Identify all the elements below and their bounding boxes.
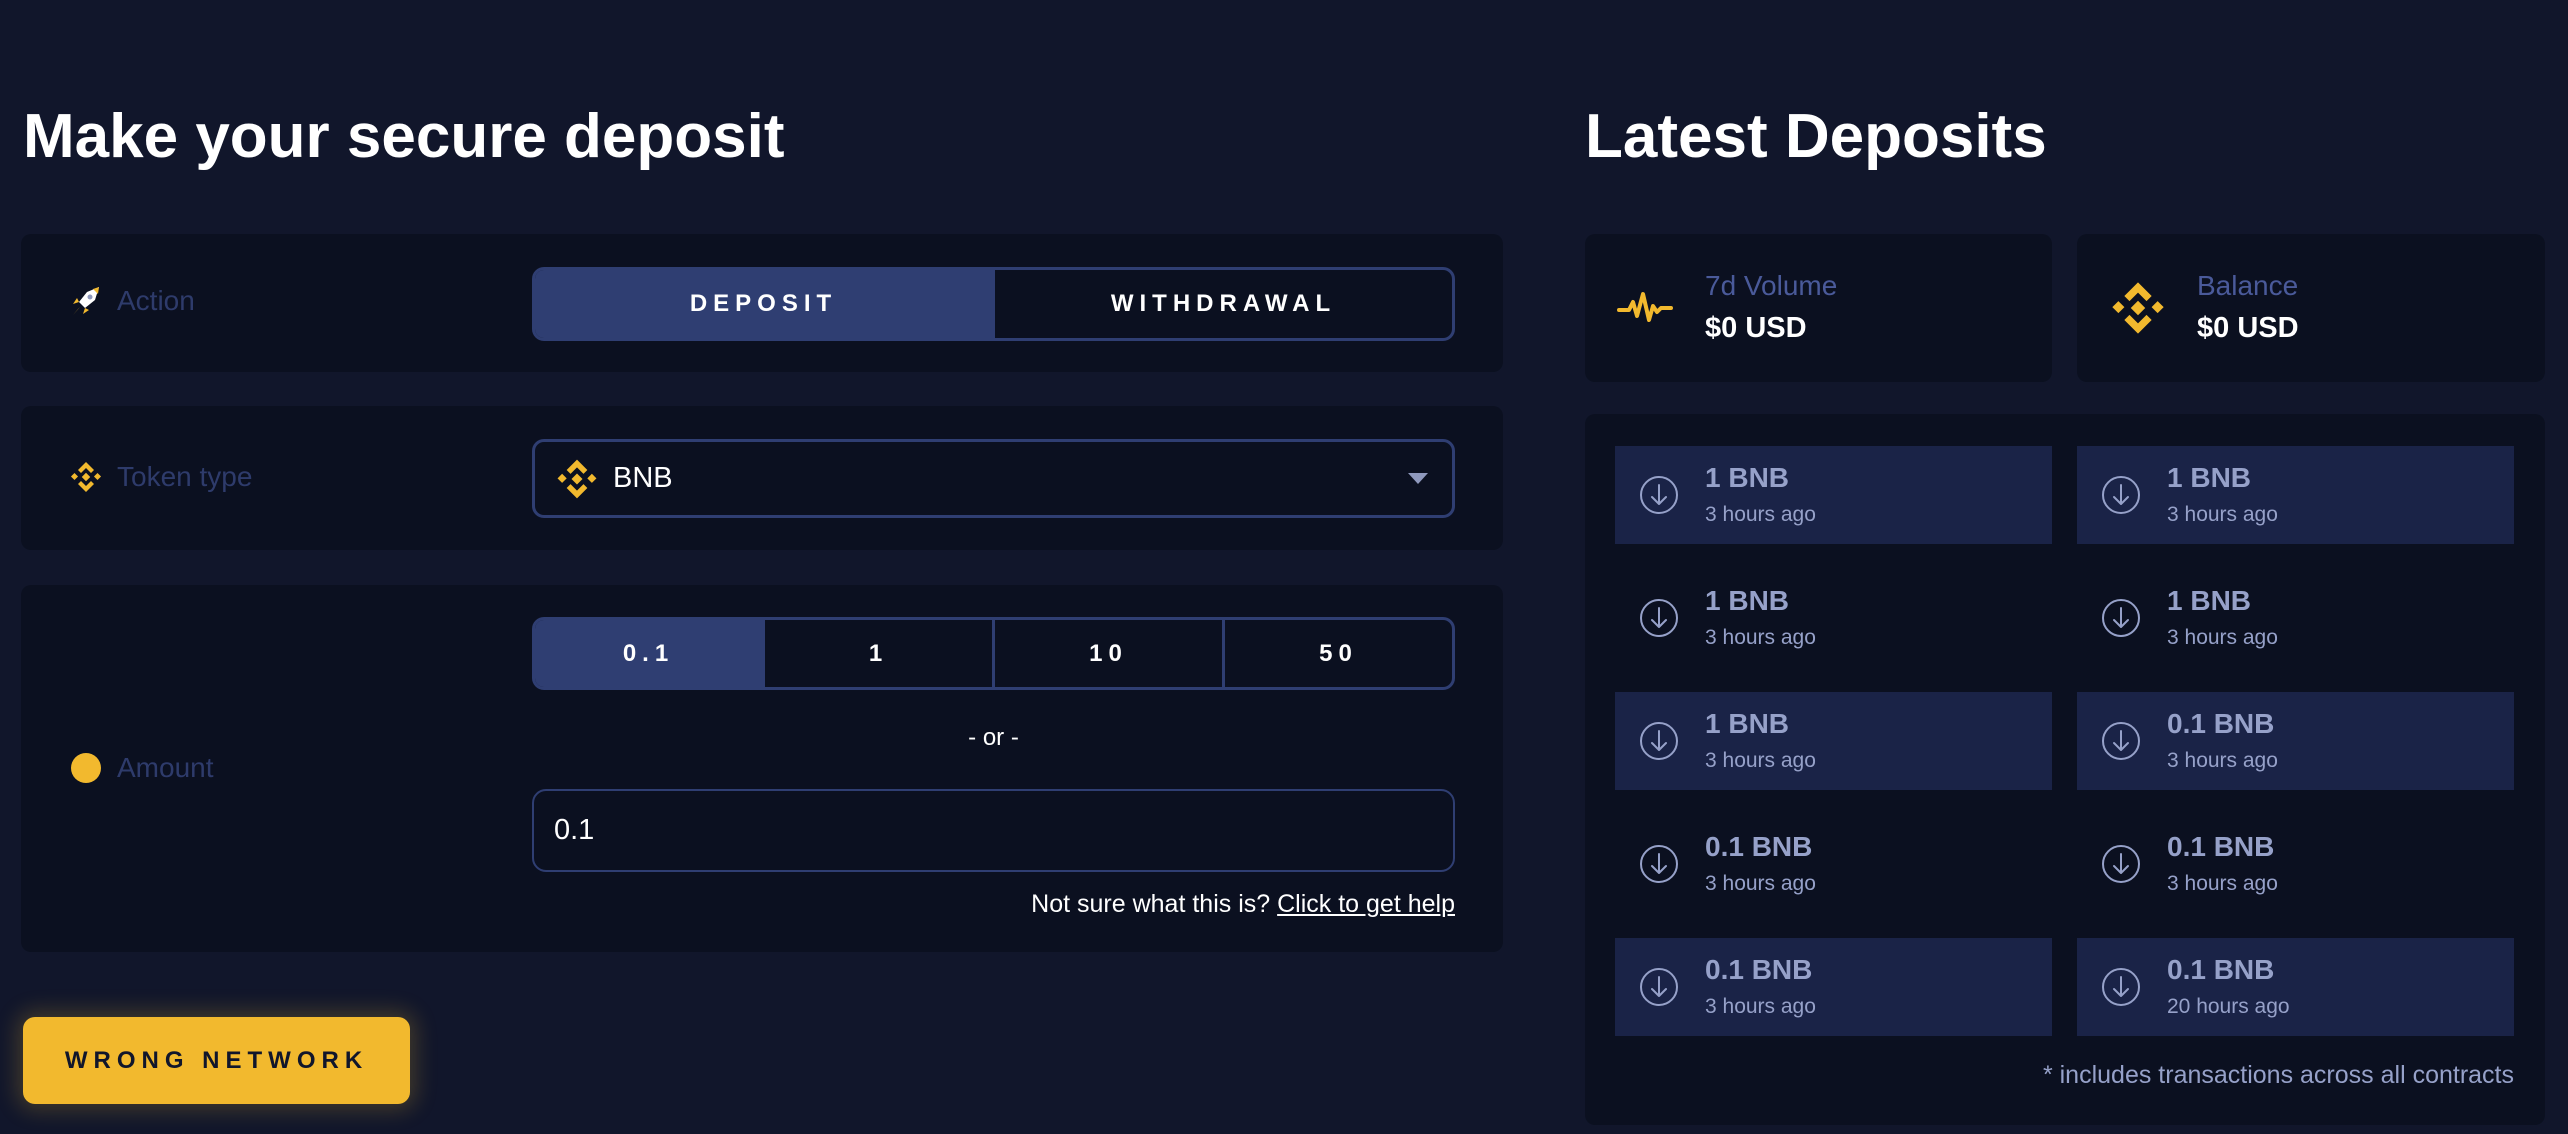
or-divider: - or - [968,724,1019,751]
deposit-time: 3 hours ago [2167,626,2278,649]
volume-value: $0 USD [1705,312,1807,344]
deposit-row[interactable]: 0.1 BNB 3 hours ago [1615,815,2052,913]
deposit-row[interactable]: 0.1 BNB 3 hours ago [2077,692,2514,790]
bnb-icon [555,457,599,501]
deposit-row[interactable]: 1 BNB 3 hours ago [1615,446,2052,544]
deposit-row[interactable]: 1 BNB 3 hours ago [1615,692,2052,790]
balance-value: $0 USD [2197,312,2299,344]
deposit-time: 3 hours ago [2167,872,2278,895]
amount-option-0-1[interactable]: 0.1 [535,620,762,687]
action-label-group: Action [69,284,195,318]
arrow-down-circle-icon [2101,844,2141,884]
deposit-amount: 1 BNB [2167,585,2252,616]
amount-card: Amount 0.1 1 10 50 - or - Not sure what … [21,585,1503,952]
arrow-down-circle-icon [2101,967,2141,1007]
token-label-group: Token type [69,460,252,494]
deposit-time: 3 hours ago [2167,749,2278,772]
wrong-network-button[interactable]: WRONG NETWORK [23,1017,410,1104]
deposit-row[interactable]: 1 BNB 3 hours ago [2077,569,2514,667]
rocket-icon [69,284,103,318]
withdrawal-tab[interactable]: WITHDRAWAL [992,270,1452,338]
footnote: * includes transactions across all contr… [2042,1061,2514,1089]
action-label: Action [117,285,195,316]
bnb-icon [69,460,103,494]
amount-label-group: Amount [69,751,214,785]
deposit-amount: 1 BNB [2167,462,2252,493]
help-text: Not sure what this is? Click to get help [1031,890,1455,919]
action-card: Action DEPOSIT WITHDRAWAL [21,234,1503,372]
arrow-down-circle-icon [1639,475,1679,515]
deposit-amount: 1 BNB [1705,585,1790,616]
deposit-row[interactable]: 0.1 BNB 3 hours ago [2077,815,2514,913]
arrow-down-circle-icon [1639,844,1679,884]
deposit-amount: 0.1 BNB [2167,708,2275,739]
latest-deposits-title: Latest Deposits [1585,102,2047,171]
action-toggle: DEPOSIT WITHDRAWAL [532,267,1455,341]
volume-card: 7d Volume $0 USD [1585,234,2052,382]
amount-input[interactable] [532,789,1455,872]
help-prefix: Not sure what this is? [1031,890,1271,918]
bnb-icon [2109,278,2167,343]
arrow-down-circle-icon [2101,598,2141,638]
deposit-time: 3 hours ago [1705,995,1816,1018]
deposit-time: 3 hours ago [1705,749,1816,772]
amount-option-1[interactable]: 1 [762,620,992,687]
arrow-down-circle-icon [2101,475,2141,515]
help-link[interactable]: Click to get help [1277,890,1455,918]
token-select[interactable]: BNB [532,439,1455,518]
amount-option-50[interactable]: 50 [1222,620,1452,687]
token-card: Token type BNB [21,406,1503,550]
pulse-icon [1617,290,1673,331]
page-title: Make your secure deposit [23,102,785,171]
deposit-amount: 0.1 BNB [1705,954,1813,985]
chevron-down-icon [1408,472,1428,484]
deposit-amount: 0.1 BNB [1705,831,1813,862]
arrow-down-circle-icon [1639,721,1679,761]
deposit-list: * includes transactions across all contr… [1585,414,2545,1125]
coin-icon [69,751,103,785]
deposit-time: 3 hours ago [2167,503,2278,526]
deposit-amount: 0.1 BNB [2167,831,2275,862]
deposit-row[interactable]: 1 BNB 3 hours ago [1615,569,2052,667]
deposit-amount: 1 BNB [1705,462,1790,493]
deposit-time: 3 hours ago [1705,872,1816,895]
amount-presets: 0.1 1 10 50 [532,617,1455,690]
arrow-down-circle-icon [1639,598,1679,638]
deposit-time: 20 hours ago [2167,995,2290,1018]
amount-option-10[interactable]: 10 [992,620,1222,687]
deposit-row[interactable]: 0.1 BNB 3 hours ago [1615,938,2052,1036]
arrow-down-circle-icon [1639,967,1679,1007]
volume-label: 7d Volume [1705,270,1838,301]
deposit-time: 3 hours ago [1705,503,1816,526]
token-select-value: BNB [613,462,673,494]
deposit-row[interactable]: 0.1 BNB 20 hours ago [2077,938,2514,1036]
deposit-row[interactable]: 1 BNB 3 hours ago [2077,446,2514,544]
amount-label: Amount [117,752,214,783]
deposit-time: 3 hours ago [1705,626,1816,649]
token-label: Token type [117,461,253,492]
deposit-amount: 1 BNB [1705,708,1790,739]
arrow-down-circle-icon [2101,721,2141,761]
balance-card: Balance $0 USD [2077,234,2545,382]
balance-label: Balance [2197,270,2299,301]
deposit-tab[interactable]: DEPOSIT [535,270,992,338]
deposit-amount: 0.1 BNB [2167,954,2275,985]
